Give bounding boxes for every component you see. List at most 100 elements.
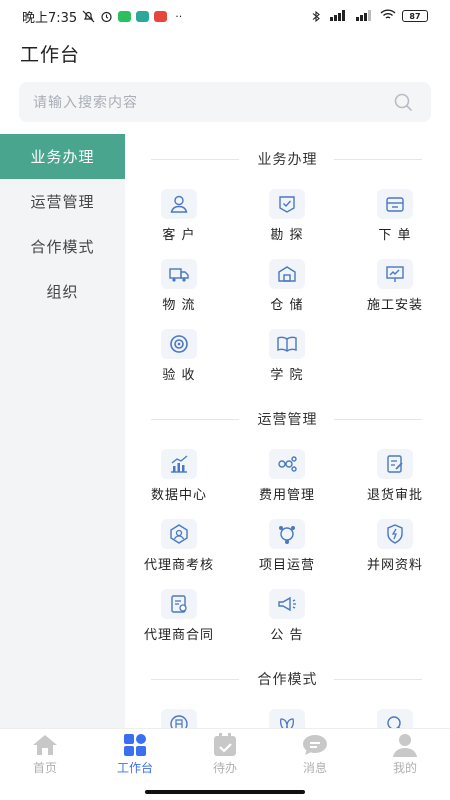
signal-1-icon [328,9,348,24]
profile-icon [393,734,417,757]
grid-item-survey[interactable]: 勘 探 [233,189,341,243]
grid-item-label: 勘 探 [270,228,304,243]
sidebar-item-label: 业务办理 [30,148,95,166]
grid-item-agent-assess[interactable]: 代理商考核 [125,519,233,573]
grid-item-project-ops[interactable]: 项目运营 [233,519,341,573]
sidebar-item-cooperation[interactable]: 合作模式 [0,224,125,269]
grid-item-person-search[interactable] [341,709,449,728]
grid-item-grid-doc[interactable]: 并网资料 [341,519,449,573]
grid-item-label: 项目运营 [258,558,315,573]
grid-doc-icon [387,524,403,544]
nav-label: 首页 [32,761,57,775]
section-title: 业务办理 [253,149,322,169]
chart-icon [171,455,188,473]
nav-item-profile[interactable]: 我的 [360,733,450,776]
divider [151,419,239,420]
grid-item-label: 客 户 [162,228,196,243]
more-dots-icon: ·· [175,9,183,23]
grid-item-rent[interactable] [125,709,233,728]
search-placeholder: 请输入搜索内容 [33,95,138,111]
message-icon [303,735,327,755]
search-input[interactable]: 请输入搜索内容 [19,82,431,122]
person-search-icon [387,716,401,728]
grid-item-announcement[interactable]: 公 告 [233,589,341,643]
home-icon [33,735,57,755]
status-bar: 晚上7:35 ·· 87 [0,0,450,32]
order-icon [386,197,404,212]
sidebar-item-label: 运营管理 [30,193,95,211]
nav-label: 我的 [392,761,417,775]
nav-item-todo[interactable]: 待办 [180,733,270,776]
battery-icon: 87 [402,10,428,22]
acceptance-icon [170,335,188,353]
section-title: 合作模式 [253,669,322,689]
app-notice-icon [154,10,168,22]
sidebar-item-organization[interactable]: 组织 [0,269,125,314]
divider [334,159,422,160]
book-icon [277,336,297,352]
divider [334,679,422,680]
grid-item-academy[interactable]: 学 院 [233,329,341,383]
category-sidebar: 业务办理 运营管理 合作模式 组织 [0,134,125,728]
search-icon[interactable] [393,92,413,112]
nav-item-messages[interactable]: 消息 [270,733,360,776]
grid-item-customer[interactable]: 客 户 [125,189,233,243]
grid-item-contract[interactable]: 代理商合同 [125,589,233,643]
grid-item-acceptance[interactable]: 验 收 [125,329,233,383]
grid-item-label: 公 告 [270,628,304,643]
section-header-operations: 运营管理 [125,407,450,431]
grid-item-label: 仓 储 [270,298,304,313]
section-title: 运营管理 [253,409,322,429]
grid-item-label: 数据中心 [150,488,207,503]
status-right: 87 [309,8,428,24]
return-approve-icon [387,455,403,473]
contract-icon [171,595,187,613]
rent-icon [170,715,188,728]
survey-icon [279,196,295,213]
leaf-icon [280,718,294,728]
grid-item-label: 退货审批 [366,488,423,503]
grid-item-label: 施工安装 [366,298,423,313]
sidebar-item-operations[interactable]: 运营管理 [0,179,125,224]
sidebar-item-label: 组织 [46,283,79,301]
todo-icon [214,733,236,756]
grid-item-data-center[interactable]: 数据中心 [125,449,233,503]
sidebar-item-business[interactable]: 业务办理 [0,134,125,179]
grid-item-label: 学 院 [270,368,304,383]
nav-label: 工作台 [116,761,153,775]
bluetooth-icon [309,10,322,23]
truck-icon [169,268,189,282]
divider [334,419,422,420]
section-header-cooperation: 合作模式 [125,667,450,691]
grid-item-order[interactable]: 下 单 [341,189,449,243]
home-indicator[interactable] [145,790,305,794]
wechat-icon [118,10,132,22]
grid-item-label: 代理商考核 [143,558,214,573]
megaphone-icon [278,596,296,612]
divider [151,159,239,160]
signal-2-icon [354,9,374,24]
install-icon [386,266,404,282]
grid-item-install[interactable]: 施工安装 [341,259,449,313]
nav-item-home[interactable]: 首页 [0,733,90,776]
grid-item-warehouse[interactable]: 仓 储 [233,259,341,313]
mute-bell-icon [82,10,95,23]
page-title: 工作台 [20,44,81,66]
grid-item-logistics[interactable]: 物 流 [125,259,233,313]
grid-item-label: 下 单 [378,228,412,243]
alarm-icon [100,10,113,23]
grid-item-cost[interactable]: 费用管理 [233,449,341,503]
warehouse-icon [278,266,296,282]
grid-item-return-approve[interactable]: 退货审批 [341,449,449,503]
divider [151,679,239,680]
grid-item-label: 代理商合同 [143,628,214,643]
workbench-icon [124,734,146,756]
grid-item-label: 验 收 [162,368,196,383]
status-left: 晚上7:35 ·· [22,7,185,26]
section-header-business: 业务办理 [125,147,450,171]
grid-item-label: 物 流 [162,298,196,313]
grid-item-label: 并网资料 [366,558,423,573]
nav-item-workbench[interactable]: 工作台 [90,733,180,776]
grid-item-leaf[interactable] [233,709,341,728]
wifi-icon [380,8,396,24]
